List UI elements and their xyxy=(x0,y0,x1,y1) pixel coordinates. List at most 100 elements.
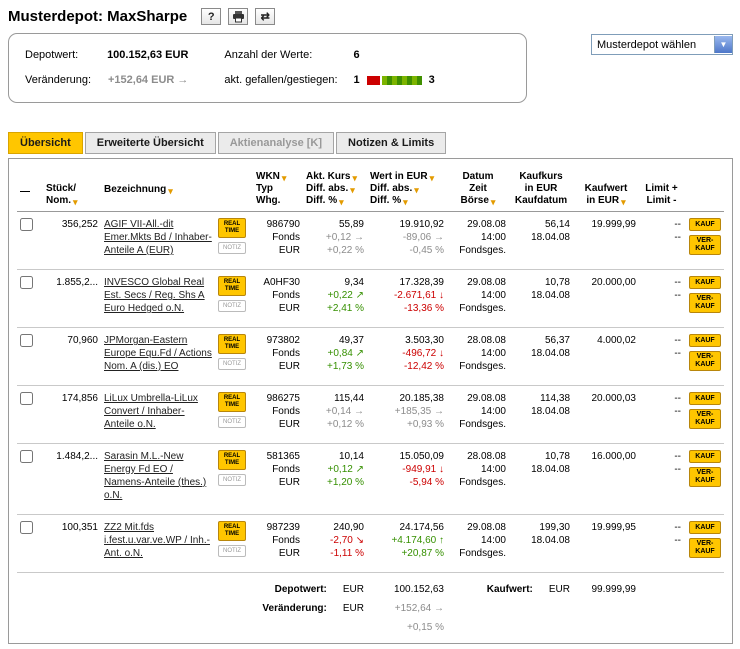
column-header-label: WKN xyxy=(256,171,280,182)
column-header-label: Typ xyxy=(256,183,274,194)
wert-cell: 24.174,56 +4.174,60 ↑ +20,87 % xyxy=(367,514,447,573)
realtime-button[interactable]: REAL TIME xyxy=(218,276,246,296)
kurs-diff: +0,14 → xyxy=(325,406,364,417)
sort-icon[interactable]: ▾ xyxy=(403,198,408,207)
column-header-wert[interactable]: Wert in EUR ▾ Diff. abs. ▾ Diff. % ▾ xyxy=(367,171,447,212)
wert-diff: -496,72 ↓ xyxy=(402,348,444,359)
column-header-kaufwert[interactable]: Kaufwert in EUR ▾ xyxy=(573,171,639,212)
wkn-value: 986275 xyxy=(266,393,300,404)
kauf-button[interactable]: KAUF xyxy=(689,450,721,463)
verkauf-button[interactable]: VER- KAUF xyxy=(689,293,721,313)
wert-diff: +4.174,60 ↑ xyxy=(391,535,444,546)
verkauf-button[interactable]: VER- KAUF xyxy=(689,538,721,558)
totals-kaufwert-value: 99.999,99 xyxy=(591,584,637,595)
row-select-checkbox[interactable] xyxy=(20,334,33,347)
position-name-link[interactable]: LiLux Umbrella-LiLux Convert / Inhaber-A… xyxy=(104,393,198,430)
kaufdatum-value: 18.04.08 xyxy=(531,535,570,546)
sort-icon[interactable]: ▾ xyxy=(339,198,344,207)
realtime-button[interactable]: REAL TIME xyxy=(218,521,246,541)
column-header-limit: Limit + Limit - xyxy=(639,171,684,212)
notiz-button[interactable]: NOTIZ xyxy=(218,358,246,370)
sort-icon[interactable]: ▾ xyxy=(621,198,626,207)
wert-diff: +185,35 → xyxy=(394,406,444,417)
sort-icon[interactable]: ▾ xyxy=(73,198,78,207)
notiz-button[interactable]: NOTIZ xyxy=(218,545,246,557)
wert-value: 15.050,09 xyxy=(399,451,445,462)
right-arrow-icon: → xyxy=(177,74,189,86)
sort-icon[interactable]: ▾ xyxy=(352,174,357,183)
notiz-button[interactable]: NOTIZ xyxy=(218,416,246,428)
kauf-button[interactable]: KAUF xyxy=(689,276,721,289)
kaufdatum-value: 18.04.08 xyxy=(531,232,570,243)
realtime-button[interactable]: REAL TIME xyxy=(218,450,246,470)
page: Musterdepot: MaxSharpe ? ⇄ Depotwert: 10… xyxy=(0,0,740,644)
verkauf-button[interactable]: VER- KAUF xyxy=(689,235,721,255)
sort-icon[interactable]: ▾ xyxy=(168,187,173,196)
position-name-link[interactable]: INVESCO Global Real Est. Secs / Reg. Shs… xyxy=(104,277,205,314)
column-header-stueck[interactable]: Stück/Nom. ▾ xyxy=(43,171,101,212)
wkn-value: 973802 xyxy=(266,335,300,346)
chevron-down-icon[interactable]: ▼ xyxy=(714,36,732,53)
kauf-button[interactable]: KAUF xyxy=(689,218,721,231)
tab-aktienanalyse[interactable]: Aktienanalyse [K] xyxy=(217,132,335,154)
column-header-wkn[interactable]: WKN ▾ Typ Whg. xyxy=(253,171,303,212)
sort-icon[interactable]: ▾ xyxy=(491,198,496,207)
datum-cell: 28.08.08 14:00 Fondsges. xyxy=(447,443,509,515)
column-header-label: Bezeichnung xyxy=(104,184,167,195)
fallen-bar xyxy=(366,75,380,85)
sort-icon[interactable]: ▾ xyxy=(414,186,419,195)
boerse-value: Fondsges. xyxy=(459,419,506,430)
help-icon[interactable]: ? xyxy=(201,8,222,25)
realtime-button[interactable]: REAL TIME xyxy=(218,334,246,354)
kauf-button[interactable]: KAUF xyxy=(689,521,721,534)
row-select-checkbox[interactable] xyxy=(20,276,33,289)
notiz-button[interactable]: NOTIZ xyxy=(218,242,246,254)
realtime-button[interactable]: REAL TIME xyxy=(218,392,246,412)
print-icon[interactable] xyxy=(228,8,249,25)
summary-right: Anzahl der Werte: 6 akt. gefallen/gestie… xyxy=(224,49,434,86)
sort-icon[interactable]: ▾ xyxy=(350,186,355,195)
depotwert-value: 100.152,63 EUR xyxy=(107,49,189,61)
wkn-cell: 986275 Fonds EUR xyxy=(253,385,303,444)
typ-value: Fonds xyxy=(272,232,300,243)
kaufwert-value: 16.000,00 xyxy=(573,443,639,515)
position-name-link[interactable]: Sarasin M.L.-New Energy Fd EO / Namens-A… xyxy=(104,451,206,501)
tab-uebersicht[interactable]: Übersicht xyxy=(8,132,83,154)
kauf-button[interactable]: KAUF xyxy=(689,392,721,405)
column-header-datum[interactable]: Datum Zeit Börse ▾ xyxy=(447,171,509,212)
realtime-button[interactable]: REAL TIME xyxy=(218,218,246,238)
row-select-checkbox[interactable] xyxy=(20,218,33,231)
row-select-checkbox[interactable] xyxy=(20,392,33,405)
kaufkurs-value: 10,78 xyxy=(544,277,570,288)
column-header-name[interactable]: Bezeichnung ▾ xyxy=(101,171,215,212)
row-select-checkbox[interactable] xyxy=(20,450,33,463)
notiz-button[interactable]: NOTIZ xyxy=(218,300,246,312)
sort-icon[interactable]: ▾ xyxy=(430,174,435,183)
limit-cell: -- -- xyxy=(639,385,684,444)
sort-icon[interactable]: ▾ xyxy=(282,174,287,183)
tab-notizen-limits[interactable]: Notizen & Limits xyxy=(336,132,447,154)
kurs-diff-pct: +2,41 % xyxy=(327,303,364,314)
tab-erweiterte-uebersicht[interactable]: Erweiterte Übersicht xyxy=(84,132,216,154)
swap-icon[interactable]: ⇄ xyxy=(255,8,276,25)
limit-cell: -- -- xyxy=(639,327,684,386)
notiz-button[interactable]: NOTIZ xyxy=(218,474,246,486)
verkauf-button[interactable]: VER- KAUF xyxy=(689,351,721,371)
row-select-checkbox[interactable] xyxy=(20,521,33,534)
kurs-value: 55,89 xyxy=(338,219,364,230)
depot-select[interactable]: Musterdepot wählen ▼ xyxy=(591,34,733,55)
totals-kaufwert-label-cell: Kaufwert: EUR xyxy=(486,584,570,595)
column-header-kurs[interactable]: Akt. Kurs ▾ Diff. abs. ▾ Diff. % ▾ xyxy=(303,171,367,212)
position-name-link[interactable]: AGIF VII-All.-dit Emer.Mkts Bd / Inhaber… xyxy=(104,219,212,256)
totals-row-veraenderung: Veränderung: EUR +152,64 → xyxy=(17,599,724,618)
verkauf-button[interactable]: VER- KAUF xyxy=(689,409,721,429)
kurs-diff: -2,70 ↘ xyxy=(330,535,364,546)
verkauf-button[interactable]: VER- KAUF xyxy=(689,467,721,487)
kauf-button[interactable]: KAUF xyxy=(689,334,721,347)
title-icons: ? ⇄ xyxy=(201,8,276,25)
wert-value: 3.503,30 xyxy=(405,335,444,346)
position-name-link[interactable]: ZZ2 Mit.fds i.fest.u.var.ve.WP / Inh.-An… xyxy=(104,522,210,559)
stueck-value: 70,960 xyxy=(43,327,101,386)
boerse-value: Fondsges. xyxy=(459,245,506,256)
position-name-link[interactable]: JPMorgan-Eastern Europe Equ.Fd / Actions… xyxy=(104,335,212,372)
